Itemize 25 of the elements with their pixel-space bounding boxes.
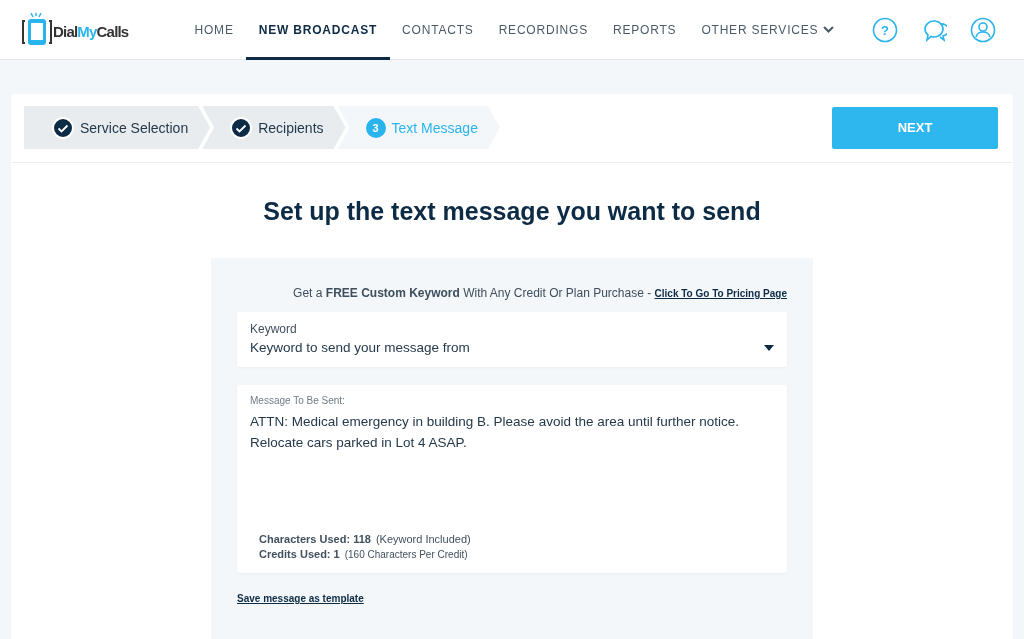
keyword-dropdown[interactable]: Keyword Keyword to send your message from (237, 312, 787, 367)
wizard-step[interactable]: Recipients (202, 106, 346, 149)
stat-label: Characters Used: 118 (259, 533, 371, 545)
nav-link[interactable]: REPORTS (600, 0, 689, 60)
chevron-icon (823, 26, 835, 33)
nav-link[interactable]: CONTACTS (389, 0, 487, 60)
page-heading: Set up the text message you want to send (263, 197, 761, 226)
pricing-link[interactable]: Click To Go To Pricing Page (654, 288, 787, 299)
logo[interactable]: DialMyCalls (22, 12, 172, 47)
stat-note: (160 Characters Per Credit) (344, 549, 468, 560)
caret-icon (764, 344, 774, 351)
promo-text: Get a FREE Custom Keyword With Any Credit Or Plan Purchase - (293, 286, 653, 300)
phone-logo-icon (22, 12, 52, 47)
stat-note: (Keyword Included) (375, 533, 471, 545)
nav-link[interactable]: NEW BROADCAST (246, 0, 390, 60)
stat-label: Credits Used: 1 (259, 548, 340, 560)
message-field[interactable]: Message To Be Sent: ATTN: Medical emergency in building B. Please avoid the area until further notice. Relocate cars parked in Lot 4 ASAP. Characters Used: 118 (Keyword Included) Credits Used: 1 (160 Characters Per Credit) (237, 385, 787, 573)
nav-link[interactable]: OTHER SERVICES (688, 0, 847, 60)
step-number: 3 (365, 117, 386, 138)
save-template-link[interactable]: Save message as template (237, 593, 364, 604)
user-icon[interactable] (970, 16, 996, 43)
wizard-step[interactable]: Service Selection (24, 106, 211, 149)
nav-link[interactable]: RECORDINGS (486, 0, 601, 60)
logo-wordmark: DialMyCalls (53, 22, 129, 40)
nav-link[interactable]: HOME (182, 0, 247, 60)
